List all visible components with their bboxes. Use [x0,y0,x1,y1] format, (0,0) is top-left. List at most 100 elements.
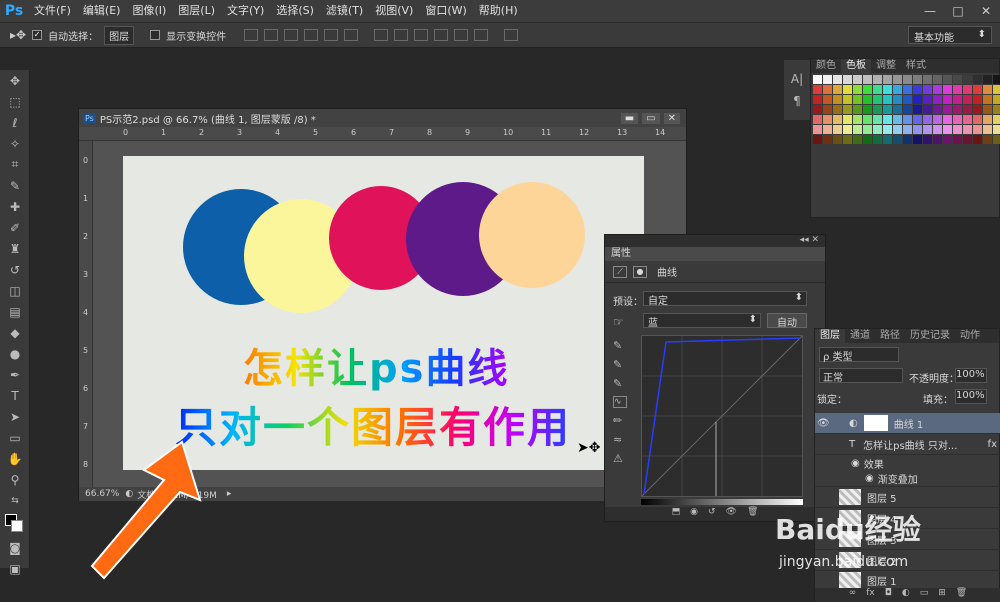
curve-point-tool-icon[interactable]: ∿ [613,396,627,408]
color-swatch[interactable] [843,85,852,94]
reset-icon[interactable]: ↺ [708,507,716,521]
color-swatch[interactable] [833,85,842,94]
color-swatch[interactable] [953,105,962,114]
color-swatch[interactable] [963,95,972,104]
layer-row-text[interactable]: T 怎样让ps曲线 只对... fx [815,434,1000,455]
color-swatch[interactable] [853,125,862,134]
add-mask-icon[interactable]: ◘ [885,588,892,602]
hand-tool-icon[interactable]: ✋ [0,448,30,469]
shape-tool-icon[interactable]: ▭ [0,427,30,448]
color-swatch[interactable] [983,115,992,124]
color-swatch[interactable] [873,125,882,134]
view-previous-icon[interactable]: ◉ [690,507,698,521]
color-swatch[interactable] [863,95,872,104]
minimize-button[interactable]: — [916,0,944,22]
new-group-icon[interactable]: ▭ [920,588,929,602]
swap-colors-icon[interactable]: ⇆ [0,490,30,511]
color-swatch[interactable] [943,135,952,144]
color-swatch[interactable] [963,125,972,134]
smooth-curve-icon[interactable]: ≈ [613,433,627,446]
character-panel-icon[interactable]: A| [784,68,810,90]
color-swatch[interactable] [913,105,922,114]
color-swatch[interactable] [893,85,902,94]
color-swatch[interactable] [853,85,862,94]
gradient-tool-icon[interactable]: ▤ [0,301,30,322]
color-swatch[interactable] [973,135,982,144]
color-swatch[interactable] [903,125,912,134]
color-swatch[interactable] [843,125,852,134]
align-bottom-icon[interactable] [284,29,299,41]
color-swatch[interactable] [823,85,832,94]
color-swatch[interactable] [863,135,872,144]
delete-layer-icon[interactable]: 🗑 [956,588,967,602]
distribute-top-icon[interactable] [374,29,389,41]
layer-filter-dropdown[interactable]: ρ 类型 [819,347,899,363]
link-layers-icon[interactable]: ∞ [849,588,857,602]
color-swatch[interactable] [933,135,942,144]
clipping-warning-icon[interactable]: ⚠ [613,452,627,465]
dodge-tool-icon[interactable]: ● [0,343,30,364]
color-swatch[interactable] [893,115,902,124]
type-tool-icon[interactable]: T [0,385,30,406]
menu-file[interactable]: 文件(F) [28,0,77,22]
workspace-dropdown[interactable]: 基本功能 ⬍ [908,26,992,44]
color-swatch[interactable] [993,95,1000,104]
curves-graph[interactable] [641,335,803,497]
color-swatch[interactable] [843,135,852,144]
menu-view[interactable]: 视图(V) [369,0,419,22]
color-swatch[interactable] [873,135,882,144]
tab-history[interactable]: 历史记录 [905,329,955,343]
color-swatch[interactable] [853,75,862,84]
color-swatch[interactable] [943,85,952,94]
tab-layers[interactable]: 图层 [815,329,845,343]
color-swatch[interactable] [963,105,972,114]
menu-window[interactable]: 窗口(W) [419,0,472,22]
color-swatch[interactable] [833,95,842,104]
color-swatch[interactable] [903,85,912,94]
color-swatch[interactable] [993,75,1000,84]
color-swatch[interactable] [923,135,932,144]
distribute-vcenter-icon[interactable] [394,29,409,41]
swatch-grid[interactable] [813,75,1000,144]
pen-tool-icon[interactable]: ✒ [0,364,30,385]
color-swatch[interactable] [813,95,822,104]
hand-adjust-icon[interactable]: ☞ [613,315,624,329]
color-swatch[interactable] [973,75,982,84]
crop-tool-icon[interactable]: ⌗ [0,154,30,175]
color-swatch[interactable] [883,115,892,124]
color-swatch[interactable] [873,95,882,104]
color-swatch[interactable] [983,85,992,94]
color-swatch[interactable] [813,125,822,134]
tab-color[interactable]: 颜色 [811,59,841,73]
color-swatch[interactable] [923,95,932,104]
color-swatch[interactable] [963,75,972,84]
color-swatch[interactable] [933,105,942,114]
color-swatch[interactable] [903,105,912,114]
color-swatch[interactable] [893,95,902,104]
color-swatch[interactable] [953,125,962,134]
healing-brush-tool-icon[interactable]: ✚ [0,196,30,217]
color-swatch[interactable] [883,125,892,134]
blur-tool-icon[interactable]: ◆ [0,322,30,343]
maximize-button[interactable]: □ [944,0,972,22]
zoom-tool-icon[interactable]: ⚲ [0,469,30,490]
color-swatch[interactable] [963,115,972,124]
color-swatch[interactable] [923,85,932,94]
color-swatch[interactable] [923,115,932,124]
color-swatch[interactable] [913,125,922,134]
color-swatch[interactable] [883,95,892,104]
color-swatch[interactable] [943,75,952,84]
menu-select[interactable]: 选择(S) [270,0,320,22]
visibility-eye-icon[interactable]: 👁 [817,418,830,429]
color-swatch[interactable] [913,135,922,144]
color-swatch[interactable] [933,115,942,124]
color-swatch[interactable] [833,75,842,84]
gradient-eye-icon[interactable]: ◉ [865,473,874,484]
tab-styles[interactable]: 样式 [901,59,931,73]
color-swatch[interactable] [883,135,892,144]
history-brush-tool-icon[interactable]: ↺ [0,259,30,280]
color-swatch[interactable] [913,75,922,84]
color-swatch[interactable] [843,105,852,114]
tab-actions[interactable]: 动作 [955,329,985,343]
curves-adjustment-icon[interactable]: ⟋ [613,265,627,278]
